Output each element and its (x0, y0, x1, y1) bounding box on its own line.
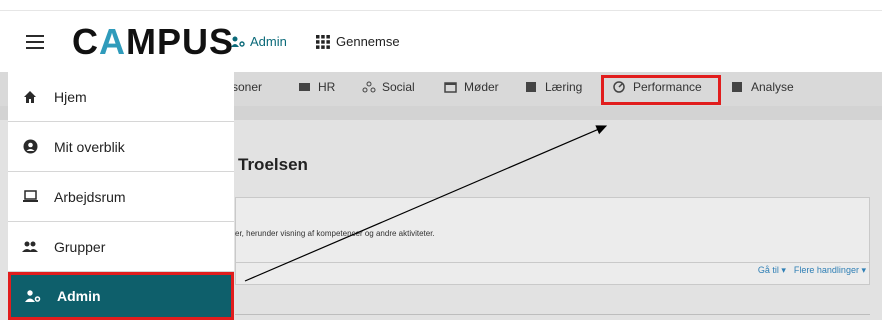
annotation-arrow (244, 125, 608, 282)
